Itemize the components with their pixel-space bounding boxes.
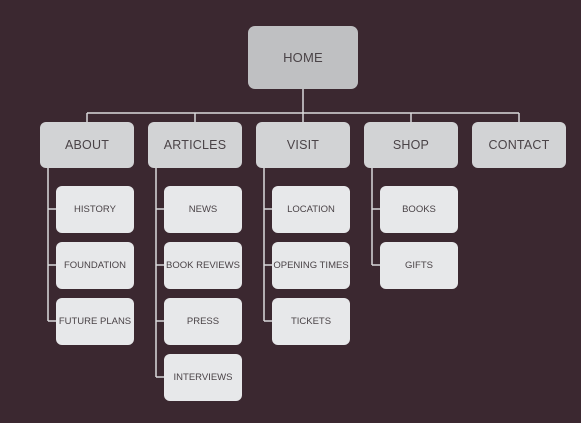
section-contact: CONTACT <box>472 122 566 168</box>
page-location: LOCATION <box>272 186 350 233</box>
page-foundation: FOUNDATION <box>56 242 134 289</box>
home-node: HOME <box>248 26 358 89</box>
page-gifts: GIFTS <box>380 242 458 289</box>
page-books: BOOKS <box>380 186 458 233</box>
page-tickets: TICKETS <box>272 298 350 345</box>
site-map-diagram: HOME ABOUT ARTICLES VISIT SHOP CONTACT H… <box>0 0 581 423</box>
page-interviews: INTERVIEWS <box>164 354 242 401</box>
page-future-plans: FUTURE PLANS <box>56 298 134 345</box>
page-history: HISTORY <box>56 186 134 233</box>
section-articles: ARTICLES <box>148 122 242 168</box>
page-news: NEWS <box>164 186 242 233</box>
section-about: ABOUT <box>40 122 134 168</box>
page-opening-times: OPENING TIMES <box>272 242 350 289</box>
section-shop: SHOP <box>364 122 458 168</box>
page-press: PRESS <box>164 298 242 345</box>
page-book-reviews: BOOK REVIEWS <box>164 242 242 289</box>
section-visit: VISIT <box>256 122 350 168</box>
